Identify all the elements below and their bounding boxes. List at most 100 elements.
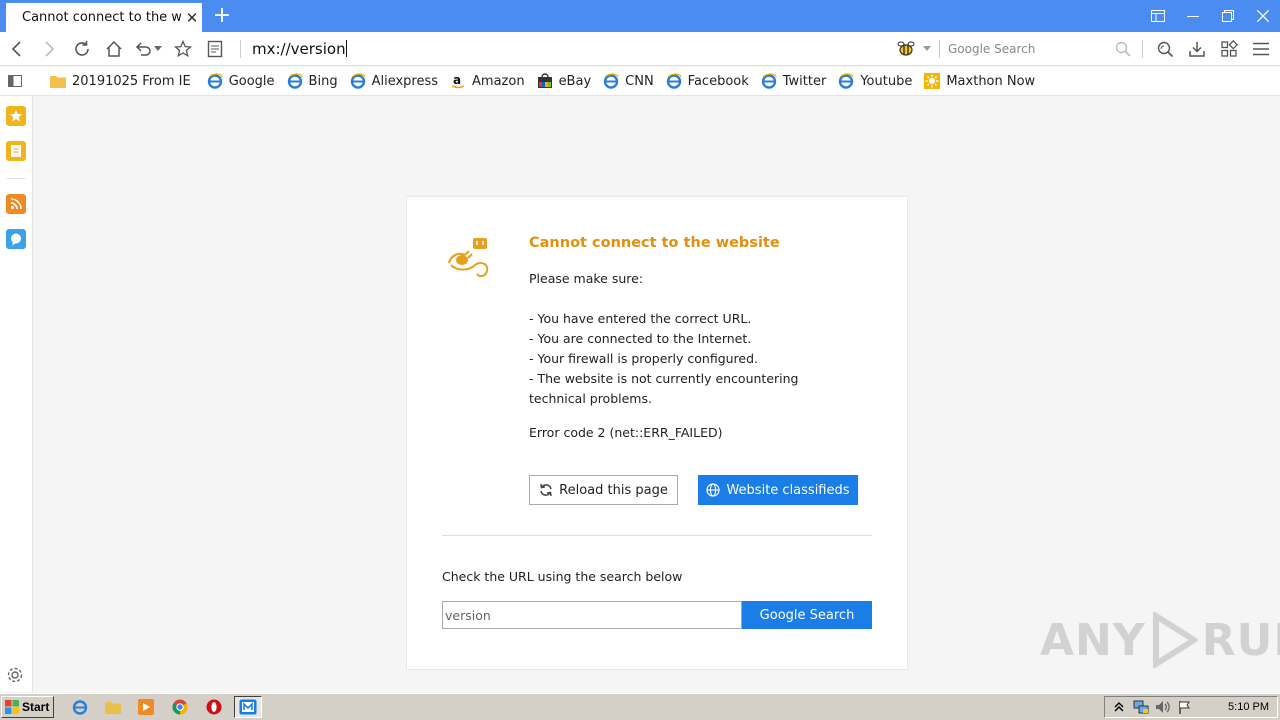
globe-icon: [706, 483, 721, 497]
action-center-flag-icon[interactable]: [1177, 699, 1193, 715]
maxthon-now-icon: [924, 73, 941, 89]
bookmark-twitter[interactable]: Twitter: [755, 67, 833, 96]
divider: [442, 535, 872, 536]
website-classifieds-button[interactable]: Website classifieds: [698, 475, 858, 505]
ie-icon: [350, 73, 366, 89]
download-icon[interactable]: [1186, 38, 1208, 60]
bookmark-facebook[interactable]: Facebook: [660, 67, 755, 96]
toolbar-separator: [240, 40, 241, 58]
error-code: Error code 2 (net::ERR_FAILED): [529, 425, 723, 440]
extensions-grid-icon[interactable]: [1218, 38, 1240, 60]
show-hidden-icons-icon[interactable]: [1111, 699, 1127, 715]
website-classifieds-label: Website classifieds: [726, 482, 850, 498]
reload-icon[interactable]: [71, 38, 93, 60]
ie-icon: [207, 73, 223, 89]
toolbar-separator: [1142, 40, 1143, 58]
settings-gear-icon[interactable]: [6, 666, 24, 684]
new-tab-button[interactable]: +: [210, 3, 234, 29]
bookmark-amazon[interactable]: a Amazon: [444, 67, 531, 96]
bookmark-label: Facebook: [687, 73, 749, 89]
navigation-toolbar: mx://version Google Search: [0, 32, 1280, 66]
bookmark-label: eBay: [558, 73, 592, 89]
media-player-icon[interactable]: [137, 698, 155, 716]
rss-icon[interactable]: [6, 194, 26, 214]
home-icon[interactable]: [103, 38, 125, 60]
url-search-input[interactable]: [442, 601, 742, 629]
maxthon-icon: [239, 699, 257, 715]
watermark-text-right: RUN: [1201, 614, 1280, 666]
undo-close-icon[interactable]: [132, 38, 154, 60]
volume-icon[interactable]: [1155, 699, 1171, 715]
start-label: Start: [22, 700, 50, 714]
play-logo-icon: [1152, 612, 1198, 668]
favorites-star-icon[interactable]: [6, 106, 26, 126]
bookmark-label: Youtube: [860, 73, 913, 89]
refresh-icon: [539, 483, 553, 497]
ie-icon: [287, 73, 303, 89]
chrome-icon[interactable]: [171, 698, 189, 716]
bookmark-label: Bing: [308, 73, 338, 89]
menu-icon[interactable]: [1250, 38, 1272, 60]
bookmark-maxthon-now[interactable]: Maxthon Now: [918, 67, 1041, 96]
taskbar-clock[interactable]: 5:10 PM: [1228, 701, 1269, 713]
bee-extension-icon[interactable]: [895, 38, 917, 60]
file-explorer-icon[interactable]: [104, 698, 122, 716]
network-icon[interactable]: [1133, 699, 1149, 715]
close-icon[interactable]: [1245, 0, 1280, 32]
reload-page-button[interactable]: Reload this page: [529, 475, 678, 505]
notes-icon[interactable]: [6, 141, 26, 161]
bookmark-label: Maxthon Now: [946, 73, 1036, 89]
tab-title: Cannot connect to the web: [22, 10, 182, 25]
bookmark-aliexpress[interactable]: Aliexpress: [344, 67, 444, 96]
list-item: - You are connected to the Internet.: [529, 331, 752, 346]
system-tray: 5:10 PM: [1104, 696, 1278, 718]
bookmark-label: Aliexpress: [371, 73, 439, 89]
magic-fill-icon[interactable]: [1154, 38, 1176, 60]
bookmark-label: Google: [228, 73, 275, 89]
bookmark-label: 20191025 From IE: [72, 73, 191, 89]
back-icon[interactable]: [6, 38, 28, 60]
minimize-icon[interactable]: [1175, 0, 1210, 32]
sidebar-layout-icon[interactable]: [1140, 0, 1175, 32]
bookmark-youtube[interactable]: Youtube: [832, 67, 918, 96]
google-search-button[interactable]: Google Search: [742, 601, 872, 629]
bookmark-bing[interactable]: Bing: [281, 67, 344, 96]
error-title: Cannot connect to the website: [529, 235, 780, 251]
sidebar-separator: [7, 178, 25, 179]
maxthon-taskbar-button[interactable]: [234, 696, 262, 718]
watermark-logo: ANY RUN: [1040, 612, 1280, 668]
ie-taskbar-icon[interactable]: [71, 698, 89, 716]
list-item: - You have entered the correct URL.: [529, 311, 752, 326]
bookmark-ebay[interactable]: eBay: [531, 67, 598, 96]
bookmark-cnn[interactable]: CNN: [597, 67, 660, 96]
forward-icon[interactable]: [38, 38, 60, 60]
start-button[interactable]: Start: [1, 696, 54, 718]
chat-bubble-icon[interactable]: [6, 229, 26, 249]
bookmark-label: Amazon: [472, 73, 525, 89]
bookmark-google[interactable]: Google: [201, 67, 281, 96]
bookmark-label: Twitter: [782, 73, 827, 89]
reader-icon[interactable]: [204, 38, 226, 60]
toolbar-search-input[interactable]: Google Search: [948, 37, 1138, 61]
favorite-star-icon[interactable]: [172, 38, 194, 60]
svg-text:a: a: [453, 73, 461, 87]
address-bar[interactable]: mx://version: [252, 37, 882, 61]
sidebar-toggle-icon[interactable]: [0, 67, 30, 96]
search-icon[interactable]: [1112, 38, 1134, 60]
ie-icon: [666, 73, 682, 89]
amazon-icon: a: [450, 73, 466, 89]
text-caret: [345, 40, 347, 57]
bookmarks-bar: 20191025 From IE Google Bing Aliexpress …: [0, 67, 1280, 96]
bookmark-folder-20191025[interactable]: 20191025 From IE: [44, 67, 197, 96]
title-bar: Cannot connect to the web ✕ +: [0, 0, 1280, 32]
restore-icon[interactable]: [1210, 0, 1245, 32]
opera-icon[interactable]: [205, 698, 223, 716]
ebay-icon: [537, 73, 553, 89]
toolbar-separator: [939, 40, 940, 58]
tab-close-icon[interactable]: ✕: [182, 9, 202, 27]
tab-active[interactable]: Cannot connect to the web ✕: [6, 3, 202, 32]
undo-dropdown-icon[interactable]: [152, 38, 164, 60]
search-engine-dropdown-icon[interactable]: [920, 38, 934, 60]
taskbar: Start 5:10 PM: [0, 693, 1280, 720]
error-instructions: Please make sure:: [529, 271, 644, 286]
